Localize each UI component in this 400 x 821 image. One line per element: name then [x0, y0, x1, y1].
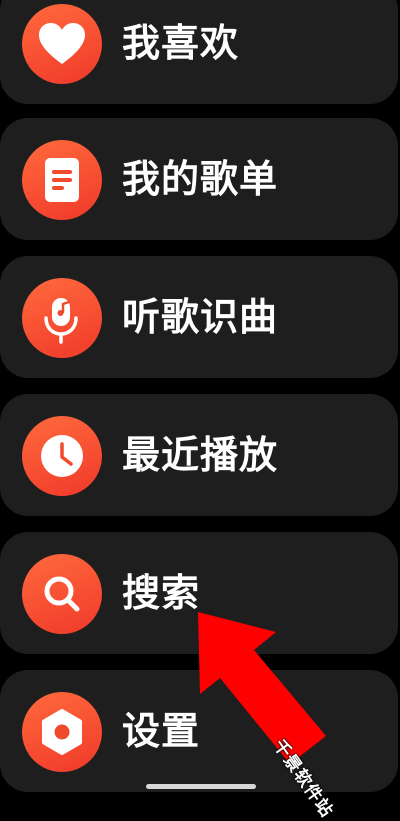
menu-item-favorites[interactable]: 我喜欢 [0, 0, 398, 104]
recognition-icon-badge [22, 278, 102, 358]
search-icon-badge [22, 554, 102, 634]
menu-item-label: 听歌识曲 [122, 295, 279, 339]
home-indicator[interactable] [146, 784, 256, 789]
search-icon [44, 576, 80, 612]
menu-item-song-recognition[interactable]: 听歌识曲 [0, 256, 398, 378]
mic-note-icon [44, 298, 78, 344]
settings-icon [42, 709, 82, 755]
clock-icon [41, 435, 83, 477]
menu-item-my-playlists[interactable]: 我的歌单 [0, 118, 398, 240]
menu-item-label: 我喜欢 [122, 21, 240, 65]
favorites-icon-badge [22, 4, 102, 84]
playlist-icon [45, 158, 79, 202]
menu-item-label: 设置 [122, 709, 201, 753]
menu-item-label: 最近播放 [122, 433, 279, 477]
menu-item-recently-played[interactable]: 最近播放 [0, 394, 398, 516]
recent-icon-badge [22, 416, 102, 496]
playlists-icon-badge [22, 140, 102, 220]
settings-icon-badge [22, 692, 102, 772]
menu-item-label: 我的歌单 [122, 157, 279, 201]
heart-icon [39, 23, 85, 64]
menu-item-settings[interactable]: 设置 [0, 670, 398, 792]
menu-item-search[interactable]: 搜索 [0, 532, 398, 654]
menu-item-label: 搜索 [122, 571, 201, 615]
